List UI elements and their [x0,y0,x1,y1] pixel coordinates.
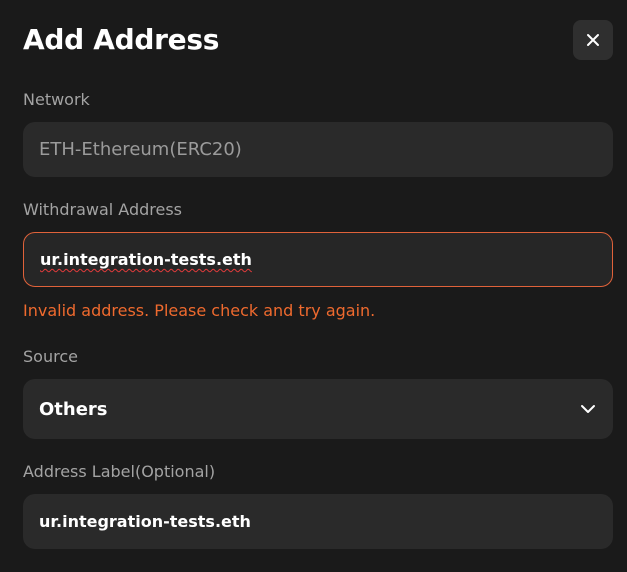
address-label-field[interactable]: ur.integration-tests.eth [23,494,613,549]
dialog-title: Add Address [23,23,220,56]
source-selected-value: Others [39,398,108,420]
withdrawal-address-label: Withdrawal Address [23,200,183,219]
close-icon [587,34,599,46]
close-button[interactable] [573,20,613,60]
address-label-label: Address Label(Optional) [23,462,216,481]
network-field: ETH-Ethereum(ERC20) [23,122,613,177]
withdrawal-address-input[interactable]: ur.integration-tests.eth [40,250,596,269]
network-label: Network [23,90,90,109]
withdrawal-address-error: Invalid address. Please check and try ag… [23,301,376,320]
address-label-input[interactable]: ur.integration-tests.eth [39,512,597,531]
network-value: ETH-Ethereum(ERC20) [39,139,242,160]
source-select[interactable]: Others [23,379,613,439]
source-label: Source [23,347,78,366]
add-address-dialog: Add Address Network ETH-Ethereum(ERC20) … [0,0,627,572]
withdrawal-address-field[interactable]: ur.integration-tests.eth [23,232,613,287]
chevron-down-icon [581,405,595,413]
